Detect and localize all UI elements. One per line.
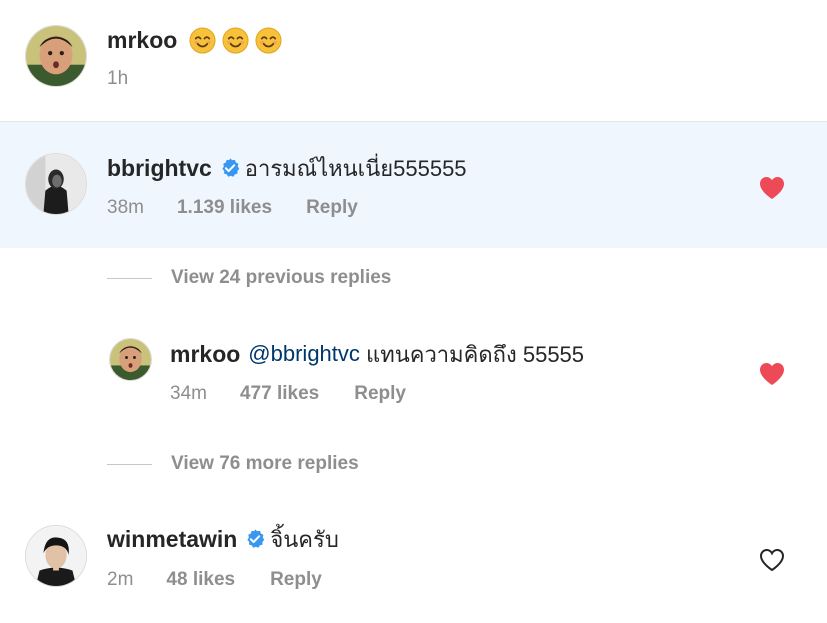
comment-text: จิ้นครับ (270, 526, 339, 552)
reply-button[interactable]: Reply (270, 569, 322, 591)
avatar[interactable] (25, 153, 87, 215)
comment-timestamp: 38m (107, 197, 144, 218)
reply-button[interactable]: Reply (306, 197, 358, 219)
comment-timestamp: 2m (107, 569, 134, 590)
view-more-replies-label: View 76 more replies (171, 453, 359, 474)
heart-icon[interactable] (759, 176, 785, 200)
smiling-face-icon (255, 26, 282, 54)
comment-row: winmetawin จิ้นครับ (107, 523, 339, 555)
view-previous-replies-button[interactable]: View 24 previous replies (107, 266, 391, 290)
comment-username[interactable]: mrkoo (107, 27, 177, 54)
verified-badge-icon (219, 157, 241, 179)
reply-row: mrkoo @bbrightvc แทนความคิดถึง 55555 (170, 338, 584, 370)
comment-timestamp: 1h (107, 68, 129, 89)
caption-row: mrkoo 1h (0, 0, 827, 122)
heart-icon[interactable] (759, 362, 785, 386)
divider (107, 463, 152, 465)
avatar[interactable] (109, 338, 152, 381)
comment-timestamp: 34m (170, 383, 207, 404)
divider (107, 277, 152, 279)
avatar[interactable] (25, 525, 87, 587)
view-previous-replies-label: View 24 previous replies (171, 267, 392, 288)
heart-outline-icon[interactable] (759, 548, 785, 572)
avatar[interactable] (25, 25, 87, 87)
likes-count[interactable]: 48 likes (166, 569, 235, 591)
verified-badge-icon (244, 528, 266, 550)
comment-username[interactable]: bbrightvc (107, 155, 212, 182)
comment-username[interactable]: mrkoo (170, 341, 240, 368)
view-more-replies-button[interactable]: View 76 more replies (107, 452, 359, 476)
comment-username[interactable]: winmetawin (107, 526, 237, 553)
reply-button[interactable]: Reply (354, 383, 406, 405)
comment-row: bbrightvc อารมณ์ไหนเนี่ย555555 38m 1.139… (0, 122, 827, 248)
smiling-face-icon (222, 26, 249, 54)
smiling-face-icon (189, 26, 216, 54)
comments-screen: mrkoo 1h bbrightvc อารมณ์ไหนเนี่ย555555 … (0, 0, 827, 623)
likes-count[interactable]: 1.139 likes (177, 197, 272, 219)
comment-text: อารมณ์ไหนเนี่ย555555 (244, 155, 467, 181)
likes-count[interactable]: 477 likes (240, 383, 319, 405)
comment-text: แทนความคิดถึง 55555 (359, 341, 585, 367)
mention-link[interactable]: @bbrightvc (248, 341, 360, 367)
